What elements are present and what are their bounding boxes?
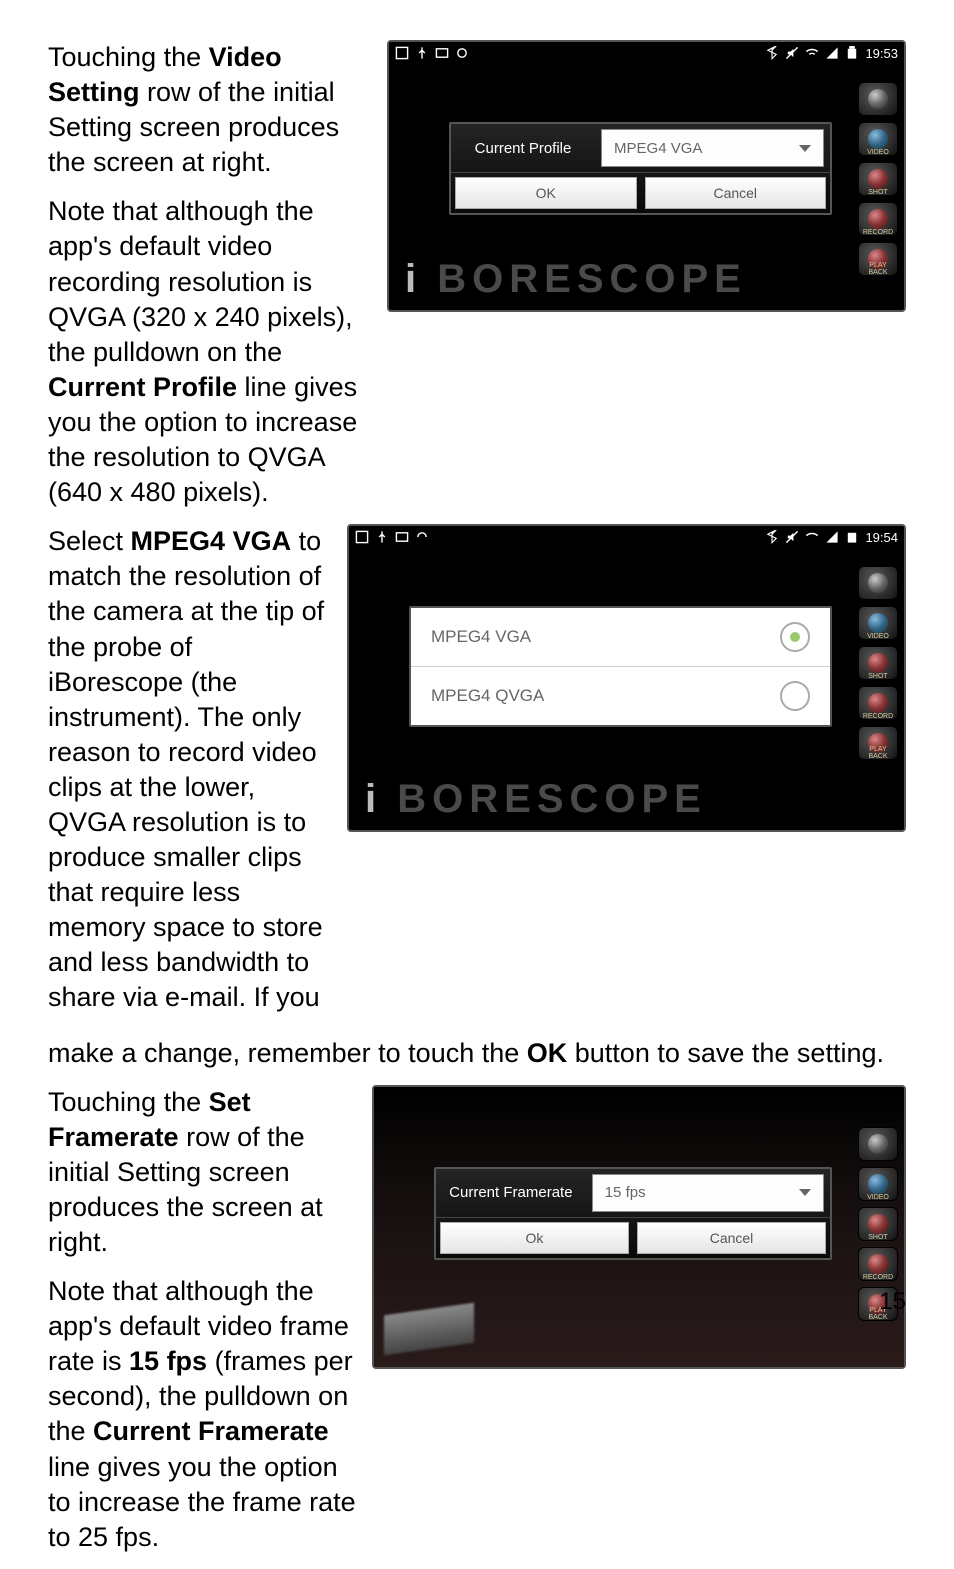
record-button[interactable]: RECORD xyxy=(858,1247,898,1281)
shot-button[interactable]: SHOT xyxy=(858,646,898,680)
screenshot-profile-options: 19:54 VIDEO SHOT RECORD PLAY BACK MPEG4 … xyxy=(347,524,906,832)
sync-icon xyxy=(455,46,469,60)
option-label: MPEG4 QVGA xyxy=(431,686,544,706)
text-bold: 15 fps xyxy=(129,1346,207,1376)
text: line gives you the option to increase th… xyxy=(48,1452,356,1552)
selected-value: MPEG4 VGA xyxy=(614,140,702,157)
playback-button[interactable]: PLAY BACK xyxy=(858,242,898,276)
bluetooth-icon xyxy=(765,46,779,60)
settings-button[interactable] xyxy=(858,566,898,600)
chevron-down-icon xyxy=(799,1189,811,1196)
watermark: i BORESCOPE xyxy=(365,777,707,822)
record-button[interactable]: RECORD xyxy=(858,202,898,236)
text: Select xyxy=(48,526,131,556)
option-mpeg4-qvga[interactable]: MPEG4 QVGA xyxy=(411,666,830,725)
wifi-icon xyxy=(805,46,819,60)
sync-icon xyxy=(415,530,429,544)
usb-icon xyxy=(415,46,429,60)
cancel-button[interactable]: Cancel xyxy=(637,1222,826,1254)
video-button[interactable]: VIDEO xyxy=(858,1167,898,1201)
calendar-icon xyxy=(355,530,369,544)
dialog-label: Current Framerate xyxy=(436,1184,586,1201)
profile-select[interactable]: MPEG4 VGA xyxy=(601,129,824,167)
chevron-down-icon xyxy=(799,145,811,152)
bluetooth-icon xyxy=(765,530,779,544)
radio-icon xyxy=(780,681,810,711)
record-button[interactable]: RECORD xyxy=(858,686,898,720)
image-icon xyxy=(435,46,449,60)
text-bold: Current Framerate xyxy=(93,1416,329,1446)
ok-button[interactable]: Ok xyxy=(440,1222,629,1254)
dialog-label: Current Profile xyxy=(451,140,595,157)
video-button[interactable]: VIDEO xyxy=(858,122,898,156)
signal-icon xyxy=(825,46,839,60)
watermark: i BORESCOPE xyxy=(405,257,747,302)
wifi-icon xyxy=(805,530,819,544)
shot-button[interactable]: SHOT xyxy=(858,1207,898,1241)
shot-button[interactable]: SHOT xyxy=(858,162,898,196)
cancel-button[interactable]: Cancel xyxy=(645,177,827,209)
text: Touching the xyxy=(48,42,209,72)
option-mpeg4-vga[interactable]: MPEG4 VGA xyxy=(411,608,830,666)
battery-icon xyxy=(845,530,859,544)
text: make a change, remember to touch the xyxy=(48,1038,527,1068)
framerate-dialog: Current Framerate 15 fps Ok Cancel xyxy=(434,1167,832,1260)
video-button[interactable]: VIDEO xyxy=(858,606,898,640)
screenshot-video-setting: 19:53 VIDEO SHOT RECORD PLAY BACK Curren… xyxy=(387,40,906,312)
text: Touching the xyxy=(48,1087,209,1117)
text-bold: Current Profile xyxy=(48,372,237,402)
status-time: 19:54 xyxy=(865,530,898,545)
mute-icon xyxy=(785,46,799,60)
mute-icon xyxy=(785,530,799,544)
screenshot-framerate-setting: 20:28 VIDEO SHOT RECORD PLAY BACK Curren… xyxy=(372,1085,906,1369)
settings-button[interactable] xyxy=(858,82,898,116)
usb-icon xyxy=(375,530,389,544)
text: to match the resolution of the camera at… xyxy=(48,526,324,1012)
settings-button[interactable] xyxy=(858,1127,898,1161)
calendar-icon xyxy=(395,46,409,60)
framerate-select[interactable]: 15 fps xyxy=(592,1174,824,1212)
selected-value: 15 fps xyxy=(605,1184,646,1201)
profile-options-list: MPEG4 VGA MPEG4 QVGA xyxy=(409,606,832,727)
ok-button[interactable]: OK xyxy=(455,177,637,209)
status-time: 19:53 xyxy=(865,46,898,61)
text-bold: MPEG4 VGA xyxy=(131,526,292,556)
profile-dialog: Current Profile MPEG4 VGA OK Cancel xyxy=(449,122,832,215)
battery-icon xyxy=(845,46,859,60)
image-icon xyxy=(395,530,409,544)
option-label: MPEG4 VGA xyxy=(431,627,531,647)
playback-button[interactable]: PLAY BACK xyxy=(858,726,898,760)
text: Note that although the app's default vid… xyxy=(48,196,353,366)
radio-icon xyxy=(780,622,810,652)
text-bold: OK xyxy=(527,1038,568,1068)
signal-icon xyxy=(825,530,839,544)
text: button to save the setting. xyxy=(567,1038,884,1068)
page-number: 15 xyxy=(879,1288,906,1316)
